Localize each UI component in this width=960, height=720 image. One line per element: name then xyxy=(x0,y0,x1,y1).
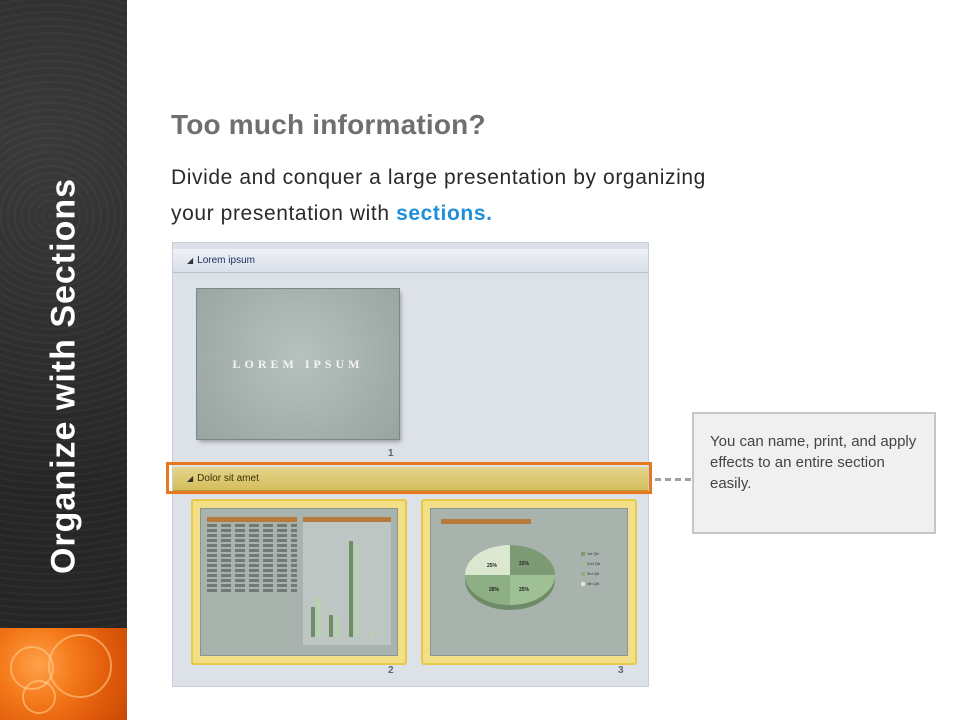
slide-frame-2[interactable] xyxy=(191,499,407,665)
sidebar-banner: Organize with Sections xyxy=(0,0,127,720)
page-heading: Too much information? xyxy=(171,109,486,140)
section-header-lorem-ipsum[interactable]: ◢ Lorem ipsum xyxy=(173,249,648,273)
slide-thumbnail-2[interactable] xyxy=(201,509,397,655)
slide-pie-chart xyxy=(465,545,555,605)
chart-bar xyxy=(371,631,375,637)
slide-title: LOREM IPSUM xyxy=(232,357,364,371)
slide-number-3: 3 xyxy=(618,665,624,676)
sidebar-title: Organize with Sections xyxy=(44,177,83,575)
slide-number-1: 1 xyxy=(388,448,394,459)
chart-bar xyxy=(335,617,339,637)
slide-frame-3[interactable]: 22% 25% 28% 25% 1st Qtr 2nd Qtr 3rd Qtr … xyxy=(421,499,637,665)
chart-bar xyxy=(329,615,333,637)
subtitle-highlight: sections. xyxy=(396,202,493,225)
callout-box: You can name, print, and apply effects t… xyxy=(692,412,936,534)
collapse-triangle-icon[interactable]: ◢ xyxy=(187,256,193,265)
slide-bar-chart xyxy=(303,517,391,645)
sidebar-orange-accent xyxy=(0,628,127,720)
pie-label: 25% xyxy=(487,563,498,569)
pie-label: 25% xyxy=(519,587,530,593)
chart-bar xyxy=(355,545,359,637)
swirl-decoration xyxy=(48,634,112,698)
pie-label: 22% xyxy=(519,561,530,567)
legend-item: 2nd Qtr xyxy=(581,561,600,566)
slide-number-2: 2 xyxy=(388,665,394,676)
section-highlight-box xyxy=(166,462,652,494)
callout-connector xyxy=(655,478,691,481)
chart-bar xyxy=(317,597,321,637)
pie-label: 28% xyxy=(489,587,500,593)
slide-thumbnail-3[interactable]: 22% 25% 28% 25% 1st Qtr 2nd Qtr 3rd Qtr … xyxy=(431,509,627,655)
slide-table xyxy=(207,517,297,617)
subtitle: Divide and conquer a large presentation … xyxy=(171,160,711,232)
section-name: Lorem ipsum xyxy=(197,255,255,266)
swirl-decoration xyxy=(22,680,56,714)
slide-header-bar xyxy=(441,519,531,524)
legend-item: 1st Qtr xyxy=(581,551,599,556)
legend-item: 4th Qtr xyxy=(581,581,599,586)
legend-item: 3rd Qtr xyxy=(581,571,599,576)
chart-bar xyxy=(311,607,315,637)
slide-thumbnail-1[interactable]: LOREM IPSUM xyxy=(197,289,399,439)
chart-bar xyxy=(349,541,353,637)
